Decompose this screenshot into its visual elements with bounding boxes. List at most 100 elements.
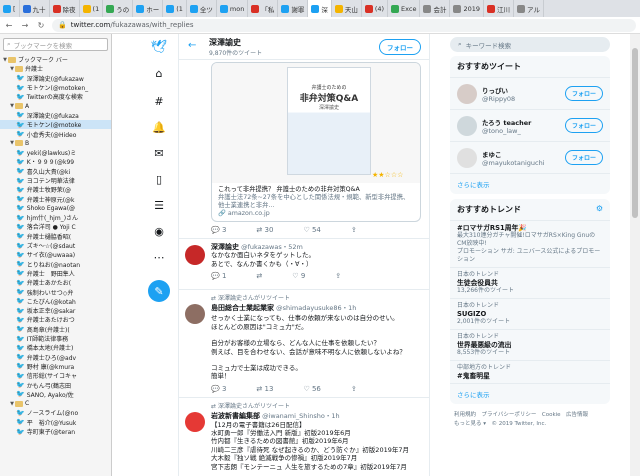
browser-tab[interactable]: 謝罪 [278,0,309,17]
bookmark-item[interactable]: 🐦 Twitterの高度な検索 [0,92,111,102]
browser-tab[interactable]: 全ツ [187,0,217,17]
tweet-author[interactable]: 島田総合士業起業家 [211,304,274,312]
trend-item[interactable]: 日本のトレンド 世界最悪級の流出 8,553件のツイート [450,330,610,361]
bookmark-item[interactable]: 🐦 かもん弓(鶴志田 [0,380,111,390]
bookmark-item[interactable]: 🐦 小倉秀夫(@Hideo [0,129,111,139]
browser-tab[interactable]: 江川 [484,0,515,17]
bookmarks-icon[interactable]: ▯ [150,170,168,188]
user-name[interactable]: りっぴい [482,87,508,95]
browser-tab[interactable]: 「私 [248,0,279,17]
browser-tab[interactable]: 除夜 [50,0,80,17]
bookmark-item[interactable]: 🐦 喜久山大貴(@ki [0,167,111,176]
bookmark-item[interactable]: 🐦 深澤論史(@fukaza [0,111,111,120]
tweet[interactable]: 岩波新書編集部 @iwanami_Shinsho・1h 【12月の電子書籍は26… [179,410,429,471]
bookmark-folder[interactable]: ▼ ブックマーク バー [0,55,111,64]
user-name[interactable]: まゆこ [482,151,502,159]
bookmark-item[interactable]: 🐦 弁護士 野田隼人 [0,269,111,278]
browser-tab[interactable]: アル [514,0,544,17]
bookmark-item[interactable]: 🐦 Shoko Egawa(@ [0,204,111,213]
bookmark-item[interactable]: 🐦 弁護士牧野茉(@ [0,185,111,195]
share-icon[interactable]: ⇪ [351,226,357,234]
browser-tab[interactable]: Exce [388,0,421,17]
lists-icon[interactable]: ☰ [150,196,168,214]
follow-button[interactable]: フォロー [564,86,603,101]
scrollbar-thumb[interactable] [632,48,638,218]
retweet-button[interactable]: ⇄ 13 [256,385,273,393]
bookmark-item[interactable]: 🐦 K・９９９(@k99 [0,157,111,167]
avatar[interactable] [185,245,205,265]
bookmark-item[interactable]: 🐦 hjm什(_hjm_)さん [0,213,111,223]
reply-button[interactable]: 💬 3 [211,385,226,393]
bookmark-item[interactable]: 🐦 寺町東子(@teran [0,427,111,437]
bookmark-item[interactable]: 🐦 SANO, Ayako/佐 [0,390,111,399]
browser-tab[interactable]: ホー [133,0,164,17]
bookmark-search-input[interactable]: ⌕ ブックマークを検索 [3,38,108,51]
trend-item[interactable]: 日本のトレンド 生徒会役員共 13,266件のツイート [450,268,610,299]
back-icon[interactable]: ← [4,21,14,30]
bookmark-item[interactable]: 🐦 橋本太地(弁護士) [0,343,111,353]
avatar[interactable] [185,304,205,324]
trend-name[interactable]: #ロマサガRS1周年🎉 [457,224,603,232]
compose-tweet-button[interactable]: ✎ [148,280,170,302]
like-button[interactable]: ♡ 9 [292,272,305,280]
user-name[interactable]: たろう teacher [482,119,531,127]
avatar[interactable] [457,115,477,136]
trend-item[interactable]: #ロマサガRS1周年🎉 最大310連分ガチャ開催!ロマサガRS×King Gnuの… [450,221,610,268]
reply-button[interactable]: 💬 3 [211,226,226,234]
bookmark-folder[interactable]: ▼ B [0,139,111,148]
twitter-search-input[interactable]: ⌕ キーワード検索 [450,37,610,52]
bookmark-item[interactable]: 🐦 弁護士ひろ(@adv [0,353,111,362]
browser-tab[interactable]: [ [0,0,20,17]
bookmark-item[interactable]: 🐦 サイ衣(@uwaaa) [0,250,111,260]
bookmark-item[interactable]: 🐦 モトケン(@motoken_ [0,83,111,93]
bookmark-folder[interactable]: ▼ 弁護士 [0,64,111,73]
trend-item[interactable]: 中部地方のトレンド #鬼畜明星 [450,361,610,384]
bookmark-item[interactable]: 🐦 yeki(@lawkus)ミ [0,148,111,158]
retweet-button[interactable]: ⇄ 30 [256,226,273,234]
trend-item[interactable]: 日本のトレンド SUGIZO 2,001件のツイート [450,299,610,330]
bookmark-folder[interactable]: ▼ A [0,101,111,110]
browser-tab[interactable]: 2019 [450,0,485,17]
bookmark-item[interactable]: 🐦 弁護士神原元(@k [0,194,111,204]
bookmark-item[interactable]: 🐦 ズキ～☆(@sdaut [0,241,111,251]
show-more-link[interactable]: さらに表示 [450,174,610,194]
trend-name[interactable]: #鬼畜明星 [457,372,603,380]
bookmark-item[interactable]: 🐦 こたぴん(@kotah [0,297,111,306]
bookmark-item[interactable]: 🐦 野村 康(@kmura [0,362,111,371]
avatar[interactable] [457,83,477,104]
follow-button[interactable]: フォロー [379,39,421,55]
back-arrow-icon[interactable]: ← [188,40,196,51]
bookmark-item[interactable]: 🐦 ノースライム(@no [0,408,111,418]
browser-tab[interactable]: (1 [80,0,104,17]
bookmark-item[interactable]: 🐦 IT師範法律事務 [0,334,111,344]
suggested-user[interactable]: まゆこ @mayukotaniguchi フォロー [450,142,610,174]
forward-icon[interactable]: → [20,21,30,30]
bookmark-item[interactable]: 🐦 落合洋司 ● Yoji C [0,222,111,232]
bookmark-item[interactable]: 🐦 弁護士あたけおつ [0,315,111,325]
messages-envelope-icon[interactable]: ✉ [150,144,168,162]
browser-tab[interactable]: うの [103,0,134,17]
bookmark-item[interactable]: 🐦 弁護士あかたお( [0,278,111,288]
browser-tab[interactable]: 深 [308,0,332,17]
browser-tab[interactable]: (1 [163,0,187,17]
trend-name[interactable]: SUGIZO [457,310,603,318]
follow-button[interactable]: フォロー [564,118,603,133]
bookmark-folder[interactable]: ▼ C [0,399,111,408]
bookmark-item[interactable]: 🐦 弁護士樋脇香昭( [0,232,111,241]
bookmark-item[interactable]: 🐦 坂本正幸(@sakar [0,306,111,316]
suggested-user[interactable]: たろう teacher @tono_law_ フォロー [450,110,610,142]
bookmark-item[interactable]: 🐦 モトケン(@motoke [0,120,111,130]
show-more-trends-link[interactable]: さらに表示 [450,384,610,404]
browser-tab[interactable]: 九十 [20,0,50,17]
browser-tab[interactable]: (4) [362,0,389,17]
trend-name[interactable]: 世界最悪級の流出 [457,341,603,349]
like-button[interactable]: ♡ 54 [303,226,320,234]
link-card[interactable]: 弁護士のための 非弁対策Q&A 深澤諭史 ★★☆☆☆ これって非弁提携？ 弁護士… [211,62,421,222]
home-icon[interactable]: ⌂ [150,64,168,82]
bookmark-item[interactable]: 🐦 信形総(サイコキャ [0,371,111,381]
retweet-button[interactable]: ⇄ [256,272,262,280]
bookmark-item[interactable]: 🐦 強制わいせつ◇弁 [0,287,111,297]
browser-tab[interactable]: 天山 [332,0,362,17]
bookmark-item[interactable]: 🐦 髙島章(弁護士)( [0,325,111,334]
page-scrollbar[interactable] [630,34,640,476]
